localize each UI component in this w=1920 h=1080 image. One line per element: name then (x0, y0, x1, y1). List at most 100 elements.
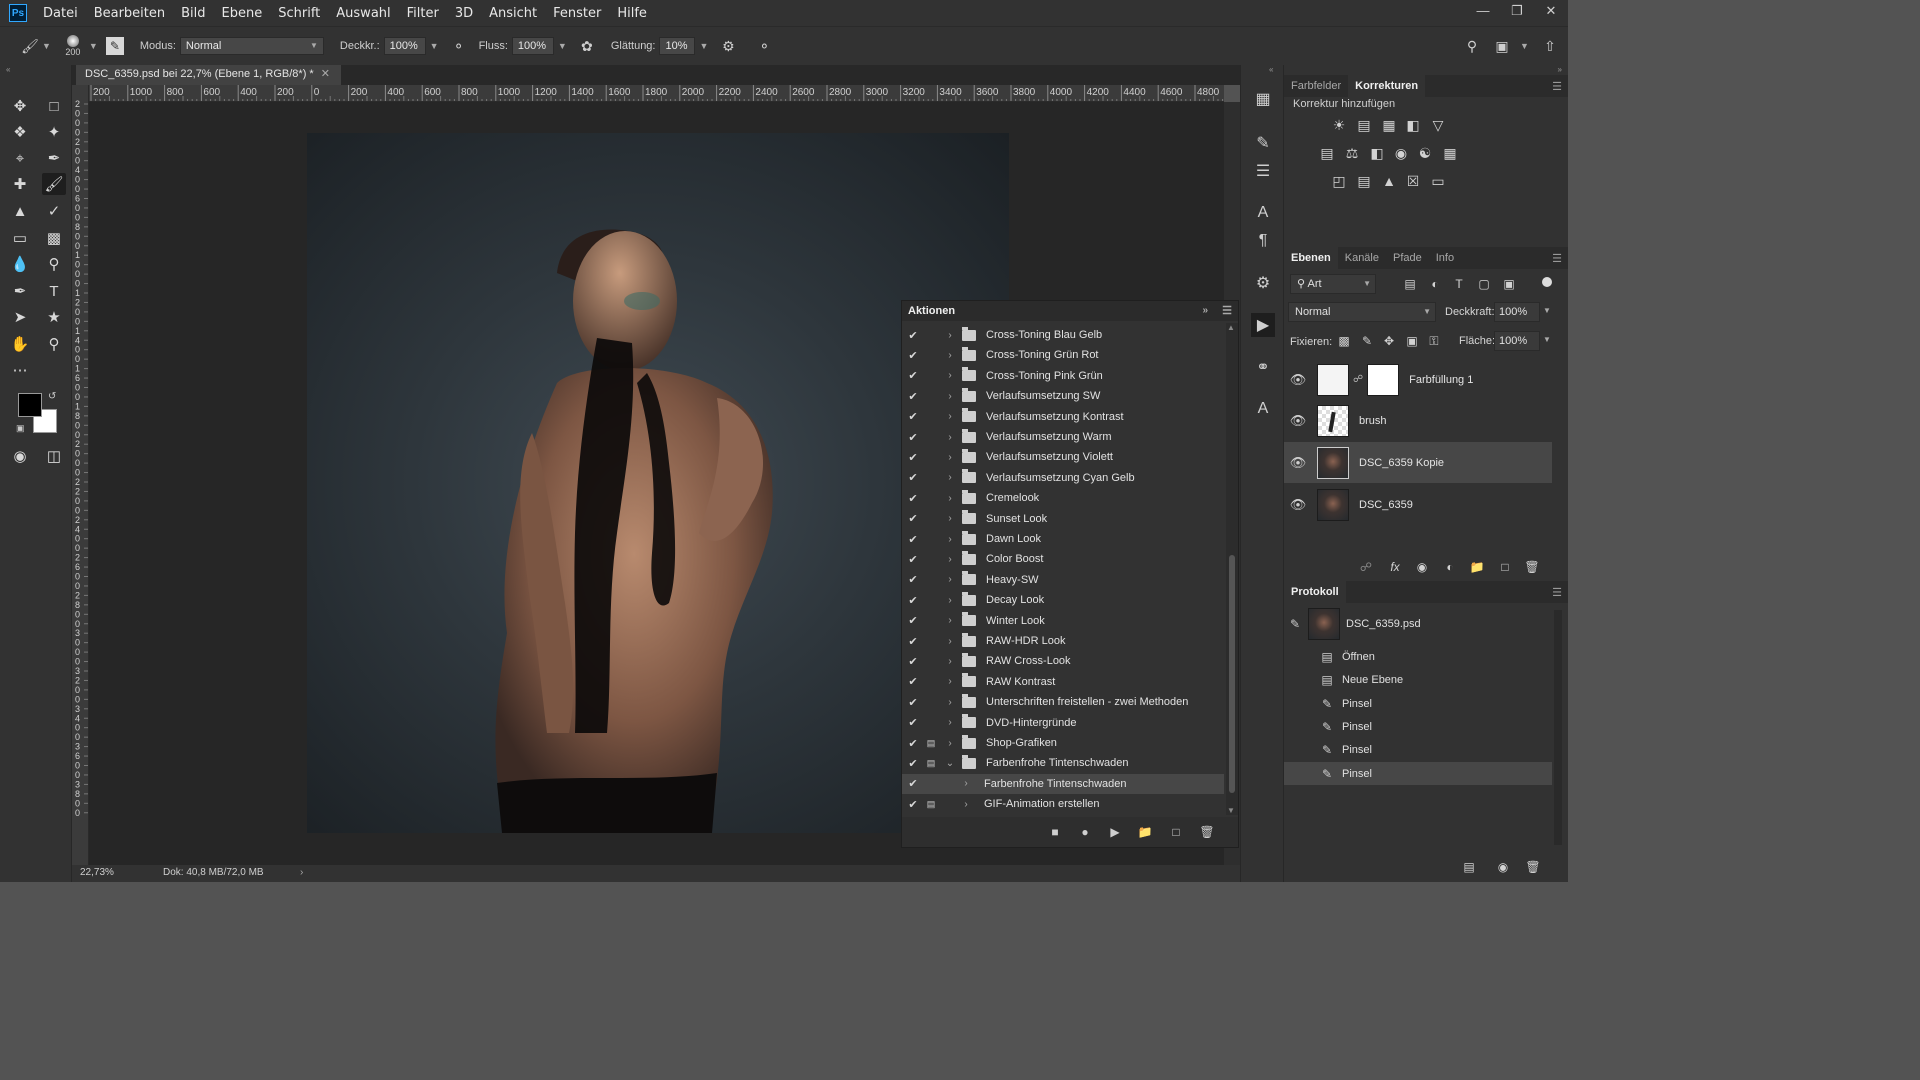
chevron-right-icon[interactable]: › (942, 370, 958, 381)
pressure-opacity-icon[interactable]: ⚬ (447, 38, 471, 55)
brush-settings-icon[interactable]: ✎ (105, 37, 124, 55)
type-tool-icon[interactable]: T (42, 280, 66, 302)
check-icon[interactable]: ✔ (902, 431, 924, 444)
dialog-toggle-icon[interactable] (924, 513, 938, 525)
dialog-toggle-icon[interactable] (924, 451, 938, 463)
layer-mask-thumbnail[interactable] (1367, 363, 1400, 396)
action-row[interactable]: ✔ ▤ › GIF-Animation erstellen (902, 794, 1224, 814)
history-state[interactable]: ✎ Pinsel (1284, 715, 1552, 738)
lock-position-icon[interactable]: ✥ (1379, 331, 1399, 351)
check-icon[interactable]: ✔ (902, 594, 924, 607)
share-icon[interactable]: ⇧ (1538, 38, 1562, 55)
threshold-icon[interactable]: ▲ (1379, 171, 1399, 191)
blend-mode-select[interactable]: Normal ▼ (1288, 302, 1436, 322)
libraries-icon[interactable]: ▦ (1251, 87, 1275, 111)
gradient-tool-icon[interactable]: ▩ (42, 227, 66, 249)
action-row[interactable]: ✔ › Sunset Look (902, 509, 1224, 529)
eye-icon[interactable]: 👁 (1284, 372, 1312, 388)
mode-select[interactable]: Normal ▼ (179, 37, 324, 55)
check-icon[interactable]: ✔ (902, 349, 924, 362)
actions-panel-header[interactable]: Aktionen » ☰ (902, 301, 1238, 321)
flow-field[interactable]: 100% (511, 37, 554, 55)
menu-auswahl[interactable]: Auswahl (328, 6, 398, 21)
brightness-icon[interactable]: ☀ (1329, 115, 1349, 135)
dialog-toggle-icon[interactable] (924, 411, 938, 423)
check-icon[interactable]: ✔ (902, 533, 924, 546)
action-row[interactable]: ✔ › Heavy-SW (902, 570, 1224, 590)
history-state[interactable]: ✎ Pinsel (1284, 692, 1552, 715)
brush-preset-picker[interactable]: 200 (61, 30, 85, 62)
smoothing-chevron-icon[interactable]: ▼ (699, 41, 708, 51)
channel-mixer-icon[interactable]: ☯ (1415, 143, 1435, 163)
check-icon[interactable]: ✔ (902, 696, 924, 709)
layer-row[interactable]: 👁 DSC_6359 (1284, 484, 1552, 525)
filter-shape-icon[interactable]: ▢ (1474, 274, 1494, 294)
flow-chevron-icon[interactable]: ▼ (558, 41, 567, 51)
restore-icon[interactable]: ❐ (1500, 0, 1534, 22)
delete-layer-icon[interactable]: 🗑 (1522, 557, 1542, 577)
chevron-right-icon[interactable]: › (942, 452, 958, 463)
chevron-right-icon[interactable]: › (942, 595, 958, 606)
levels-icon[interactable]: ▤ (1354, 115, 1374, 135)
dialog-toggle-icon[interactable] (924, 431, 938, 443)
lock-transparency-icon[interactable]: ▩ (1334, 331, 1354, 351)
adjustments-sliders-icon[interactable]: ☰ (1251, 159, 1275, 183)
dialog-toggle-icon[interactable] (924, 594, 938, 606)
action-row[interactable]: ✔ › Color Boost (902, 549, 1224, 569)
curves-icon[interactable]: ▦ (1379, 115, 1399, 135)
action-row[interactable]: ✔ › DVD-Hintergründe (902, 713, 1224, 733)
fill-field[interactable]: 100% (1494, 331, 1540, 351)
tab-pfade[interactable]: Pfade (1386, 247, 1429, 269)
status-arrow-icon[interactable]: › (300, 865, 303, 881)
creative-cloud-icon[interactable]: ⚭ (1251, 355, 1275, 379)
collapse-arrows-icon[interactable]: « (1269, 65, 1273, 74)
check-icon[interactable]: ✔ (902, 492, 924, 505)
check-icon[interactable]: ✔ (902, 635, 924, 648)
trash-icon[interactable]: 🗑 (1198, 823, 1216, 841)
dialog-toggle-icon[interactable] (924, 349, 938, 361)
menu-bearbeiten[interactable]: Bearbeiten (86, 6, 173, 21)
dialog-toggle-icon[interactable] (924, 492, 938, 504)
photo-filter-icon[interactable]: ◉ (1391, 143, 1411, 163)
check-icon[interactable]: ✔ (902, 675, 924, 688)
action-row[interactable]: ✔ ▤ ⌄ Farbenfrohe Tintenschwaden (902, 753, 1224, 773)
tab-farbfelder[interactable]: Farbfelder (1284, 75, 1348, 97)
action-row[interactable]: ✔ › Farbenfrohe Tintenschwaden (902, 773, 1224, 794)
history-state[interactable]: ▤ Öffnen (1284, 645, 1552, 668)
invert-icon[interactable]: ◰ (1329, 171, 1349, 191)
check-icon[interactable]: ✔ (902, 573, 924, 586)
check-icon[interactable]: ✔ (902, 614, 924, 627)
check-icon[interactable]: ✔ (902, 757, 924, 770)
custom-shape-tool-icon[interactable]: ★ (42, 306, 66, 328)
quick-mask-icon[interactable]: ◉ (8, 445, 32, 467)
scroll-up-icon[interactable]: ▲ (1227, 323, 1235, 332)
expand-arrows-icon[interactable]: » (1558, 65, 1562, 74)
swap-colors-icon[interactable]: ↺ (48, 391, 56, 402)
dodge-tool-icon[interactable]: ⚲ (42, 253, 66, 275)
action-row[interactable]: ✔ › Cross-Toning Blau Gelb (902, 325, 1224, 345)
eraser-tool-icon[interactable]: ▭ (8, 227, 32, 249)
check-icon[interactable]: ✔ (902, 451, 924, 464)
airbrush-icon[interactable]: ✿ (575, 38, 599, 55)
layer-name[interactable]: DSC_6359 (1359, 499, 1413, 511)
check-icon[interactable]: ✔ (902, 655, 924, 668)
new-layer-icon[interactable]: □ (1495, 557, 1515, 577)
new-adjustment-icon[interactable]: ◐ (1440, 557, 1460, 577)
action-row[interactable]: ✔ › Verlaufsumsetzung Cyan Gelb (902, 468, 1224, 488)
black-white-icon[interactable]: ◧ (1367, 143, 1387, 163)
layer-name[interactable]: DSC_6359 Kopie (1359, 457, 1444, 469)
chevron-right-icon[interactable]: › (942, 717, 958, 728)
dialog-toggle-icon[interactable] (924, 390, 938, 402)
action-row[interactable]: ✔ › Unterschriften freistellen - zwei Meth… (902, 692, 1224, 712)
chevron-right-icon[interactable]: › (942, 738, 958, 749)
brush-settings-panel-icon[interactable]: ✎ (1251, 131, 1275, 155)
clone-source-icon[interactable]: ⚙ (1251, 271, 1275, 295)
menu-fenster[interactable]: Fenster (545, 6, 609, 21)
chevron-right-icon[interactable]: › (942, 472, 958, 483)
clone-stamp-tool-icon[interactable]: ▲ (8, 200, 32, 222)
lock-all-icon[interactable]: ⚿ (1424, 331, 1444, 351)
move-tool-icon[interactable]: ✥ (8, 95, 32, 117)
chevron-right-icon[interactable]: › (942, 513, 958, 524)
character-panel-icon[interactable]: A (1251, 201, 1275, 225)
scroll-thumb[interactable] (1229, 555, 1235, 793)
